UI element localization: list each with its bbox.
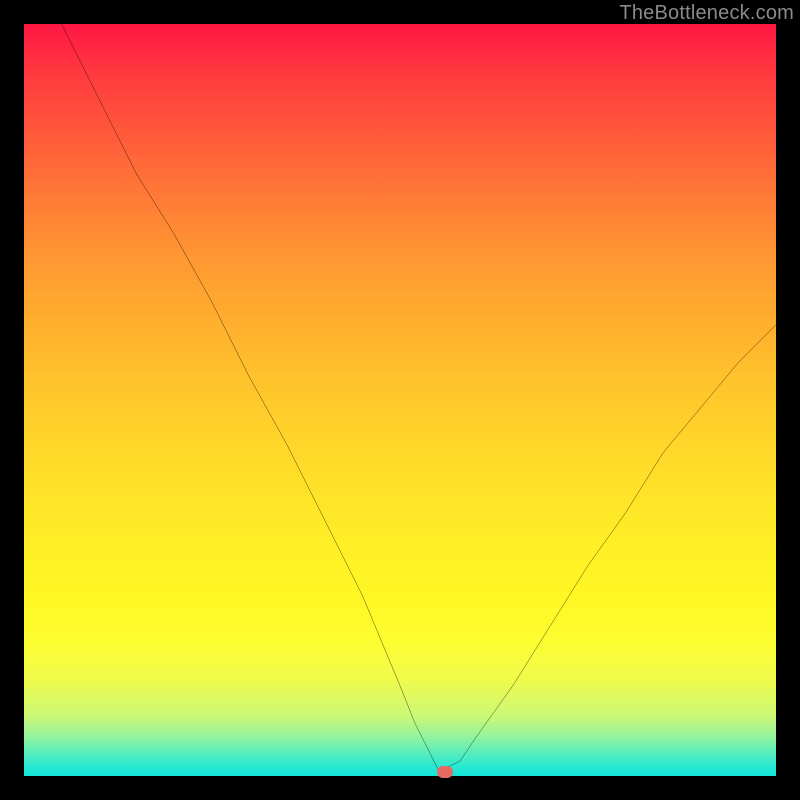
minimum-marker [437,766,453,778]
bottleneck-curve [24,24,776,776]
plot-area [24,24,776,776]
watermark-text: TheBottleneck.com [619,2,794,25]
curve-path [62,24,776,768]
chart-frame: TheBottleneck.com [0,0,800,800]
